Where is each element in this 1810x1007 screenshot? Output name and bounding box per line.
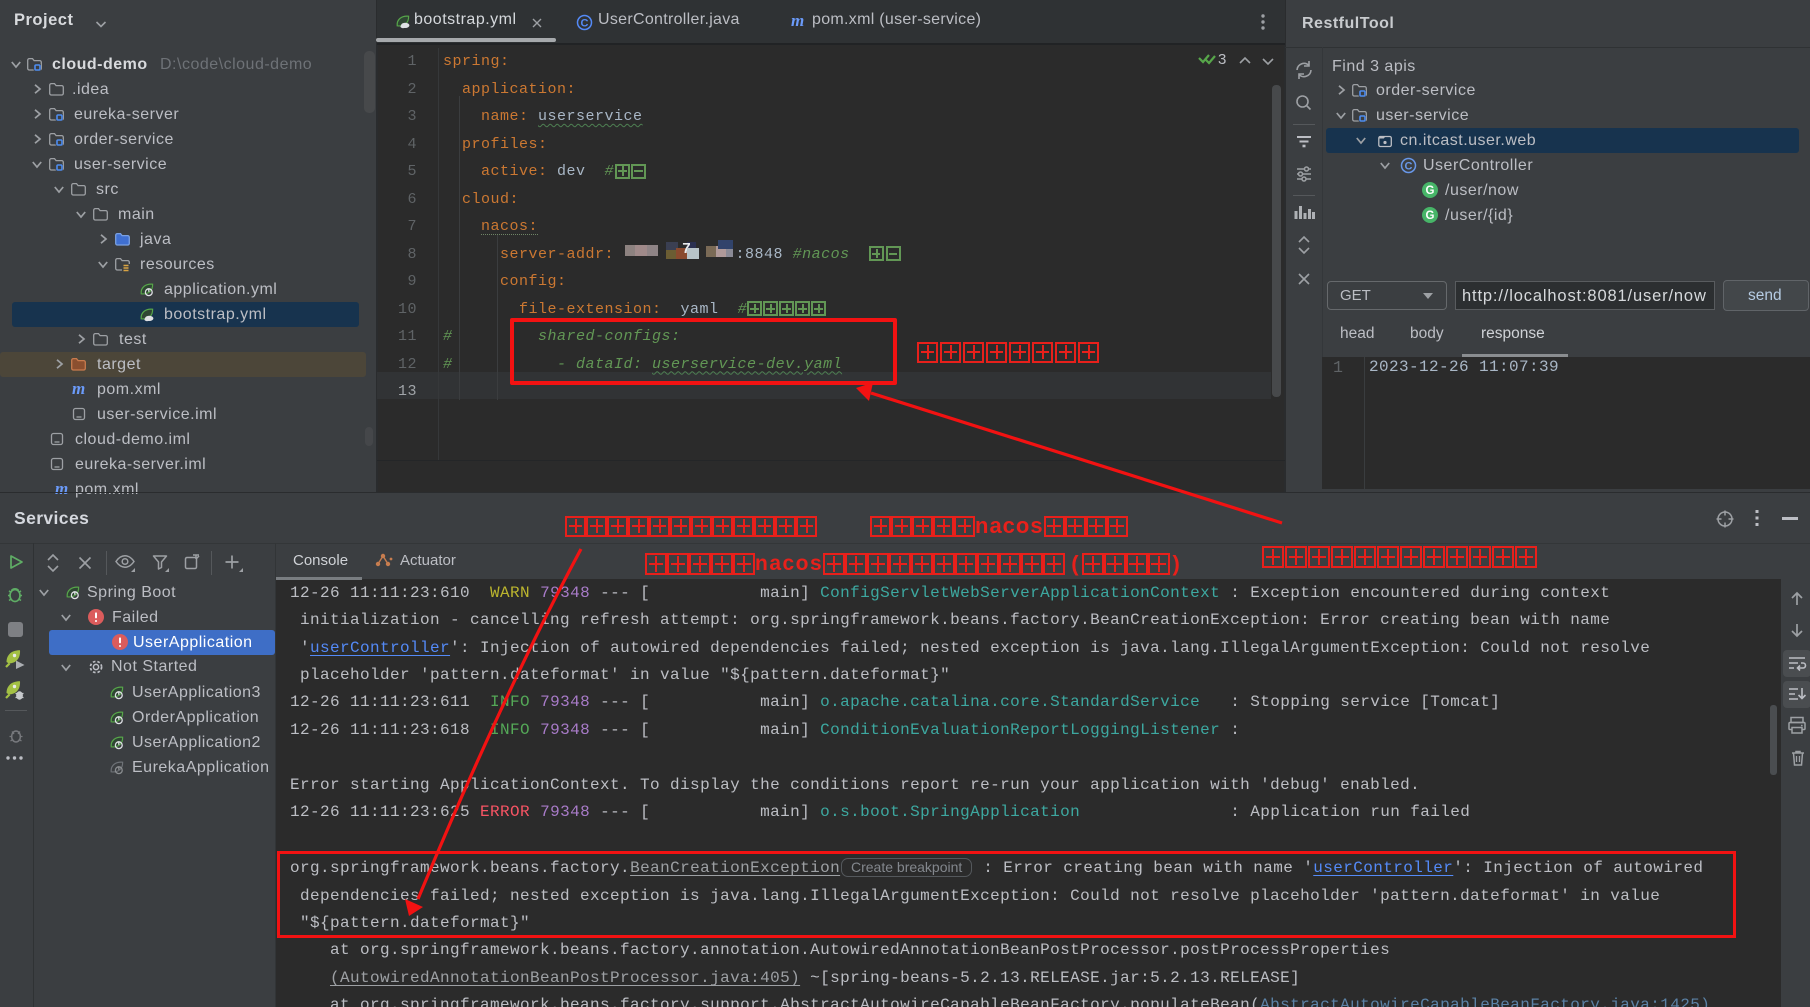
- svg-text:G: G: [1426, 210, 1435, 222]
- svg-text:C: C: [581, 17, 589, 29]
- svg-text:G: G: [1426, 185, 1435, 197]
- svg-text:C: C: [1405, 160, 1413, 172]
